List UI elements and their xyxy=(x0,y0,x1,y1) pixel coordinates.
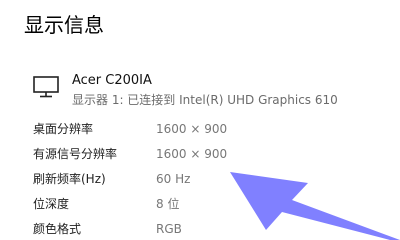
info-value: 8 位 xyxy=(156,197,180,211)
display-connection-subtitle: 显示器 1: 已连接到 Intel(R) UHD Graphics 610 xyxy=(72,93,338,107)
info-value: RGB xyxy=(156,222,182,236)
info-value: 60 Hz xyxy=(156,172,191,186)
monitor-icon xyxy=(33,76,59,98)
info-label: 颜色格式 xyxy=(33,222,82,236)
info-row-active-signal-resolution: 有源信号分辨率 1600 × 900 xyxy=(33,143,393,165)
info-value: 1600 × 900 xyxy=(156,122,228,136)
display-name: Acer C200IA xyxy=(72,73,152,88)
info-row-bit-depth: 位深度 8 位 xyxy=(33,193,393,215)
info-label: 有源信号分辨率 xyxy=(33,147,118,161)
info-row-refresh-rate: 刷新频率(Hz) 60 Hz xyxy=(33,168,393,190)
info-value: 1600 × 900 xyxy=(156,147,228,161)
info-label: 桌面分辨率 xyxy=(33,122,94,136)
info-label: 位深度 xyxy=(33,197,70,211)
info-row-desktop-resolution: 桌面分辨率 1600 × 900 xyxy=(33,118,393,140)
info-row-color-format: 颜色格式 RGB xyxy=(33,218,393,240)
page-title: 显示信息 xyxy=(24,13,104,37)
info-label: 刷新频率(Hz) xyxy=(33,172,106,186)
